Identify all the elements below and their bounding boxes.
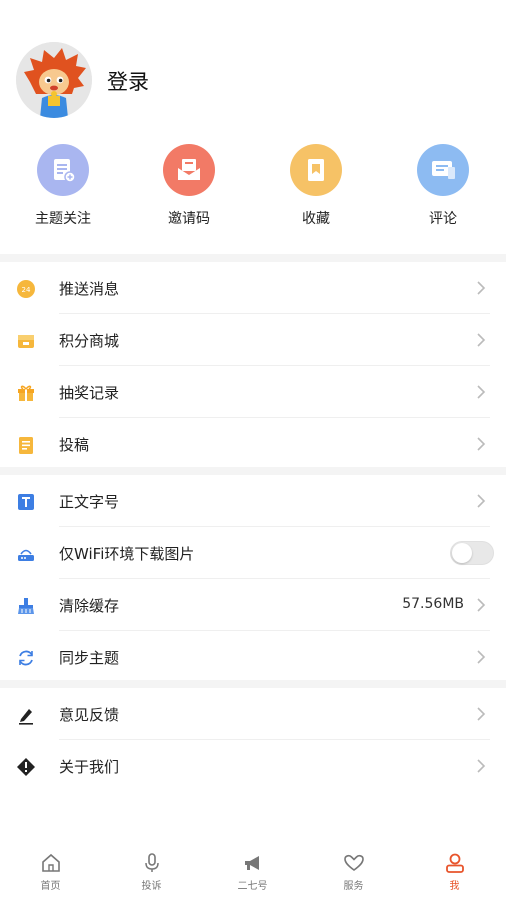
points-mall-icon — [18, 335, 34, 348]
chevron-right-icon — [477, 598, 486, 612]
favorite-button[interactable]: 收藏 — [261, 140, 371, 228]
sync-topic-label: 同步主题 — [59, 649, 120, 667]
tab-home[interactable]: 首页 — [0, 852, 101, 892]
font-size-icon — [18, 494, 34, 510]
toggle-knob — [452, 543, 472, 563]
microphone-icon — [144, 853, 159, 872]
chevron-right-icon — [477, 759, 486, 773]
section-divider — [0, 467, 506, 475]
about-us-row[interactable]: 关于我们 — [0, 740, 506, 792]
chevron-right-icon — [477, 707, 486, 721]
about-us-label: 关于我们 — [59, 758, 120, 776]
clear-cache-icon — [18, 598, 34, 614]
tab-service[interactable]: 服务 — [303, 852, 404, 892]
tab-complaint[interactable]: 投诉 — [101, 852, 202, 892]
contribute-row[interactable]: 投稿 — [0, 418, 506, 470]
contribute-label: 投稿 — [59, 436, 90, 454]
invite-code-button[interactable]: 邀请码 — [134, 140, 244, 228]
push-message-icon: 24 — [17, 280, 35, 298]
section-divider — [0, 680, 506, 688]
profile-header: 登录 — [0, 0, 506, 140]
comment-icon — [417, 144, 469, 196]
push-message-row[interactable]: 24 推送消息 — [0, 262, 506, 314]
topic-follow-icon — [37, 144, 89, 196]
wifi-router-icon — [18, 549, 34, 561]
invite-code-icon — [163, 144, 215, 196]
push-message-label: 推送消息 — [59, 280, 120, 298]
feedback-pen-icon — [19, 709, 33, 725]
clear-cache-row[interactable]: 清除缓存 57.56MB — [0, 579, 506, 631]
wifi-only-images-row: 仅WiFi环境下载图片 — [0, 527, 506, 579]
bottom-tab-bar: 首页 投诉 二七号 服务 我 — [0, 846, 506, 900]
svg-text:24: 24 — [22, 286, 31, 294]
heart-hands-icon — [343, 854, 364, 871]
lottery-record-label: 抽奖记录 — [59, 384, 120, 402]
topic-follow-label: 主题关注 — [35, 211, 91, 227]
mascot-avatar-icon — [16, 42, 92, 118]
chevron-right-icon — [477, 437, 486, 451]
tab-home-label: 首页 — [40, 881, 61, 892]
topic-follow-button[interactable]: 主题关注 — [8, 140, 118, 228]
font-size-label: 正文字号 — [59, 493, 120, 511]
feedback-label: 意见反馈 — [59, 706, 120, 724]
user-icon — [445, 853, 464, 873]
login-label[interactable]: 登录 — [107, 66, 149, 96]
about-icon — [17, 758, 35, 776]
favorite-label: 收藏 — [302, 211, 330, 227]
cache-size-value: 57.56MB — [402, 596, 464, 612]
wifi-only-images-label: 仅WiFi环境下载图片 — [59, 545, 195, 563]
tab-service-label: 服务 — [343, 881, 364, 892]
feedback-row[interactable]: 意见反馈 — [0, 688, 506, 740]
tab-me[interactable]: 我 — [404, 852, 505, 892]
sync-topic-row[interactable]: 同步主题 — [0, 631, 506, 683]
chevron-right-icon — [477, 494, 486, 508]
tab-me-label: 我 — [449, 881, 460, 892]
chevron-right-icon — [477, 650, 486, 664]
section-divider — [0, 254, 506, 262]
comment-label: 评论 — [429, 211, 457, 227]
font-size-row[interactable]: 正文字号 — [0, 475, 506, 527]
wifi-only-images-toggle[interactable] — [450, 541, 494, 565]
invite-code-label: 邀请码 — [168, 211, 210, 227]
avatar[interactable] — [16, 42, 92, 118]
megaphone-icon — [244, 856, 259, 870]
lottery-record-row[interactable]: 抽奖记录 — [0, 366, 506, 418]
chevron-right-icon — [477, 385, 486, 399]
points-mall-row[interactable]: 积分商城 — [0, 314, 506, 366]
chevron-right-icon — [477, 281, 486, 295]
favorite-icon — [290, 144, 342, 196]
sync-icon — [19, 650, 33, 666]
lottery-gift-icon — [18, 385, 34, 401]
points-mall-label: 积分商城 — [59, 332, 120, 350]
tab-erqihao[interactable]: 二七号 — [202, 852, 303, 892]
contribute-icon — [19, 437, 33, 454]
tab-complaint-label: 投诉 — [141, 881, 162, 892]
quick-actions: 主题关注 邀请码 收藏 评论 — [0, 140, 506, 240]
chevron-right-icon — [477, 333, 486, 347]
clear-cache-label: 清除缓存 — [59, 597, 120, 615]
comment-button[interactable]: 评论 — [388, 140, 498, 228]
tab-erqihao-label: 二七号 — [237, 881, 268, 892]
home-icon — [41, 853, 60, 872]
